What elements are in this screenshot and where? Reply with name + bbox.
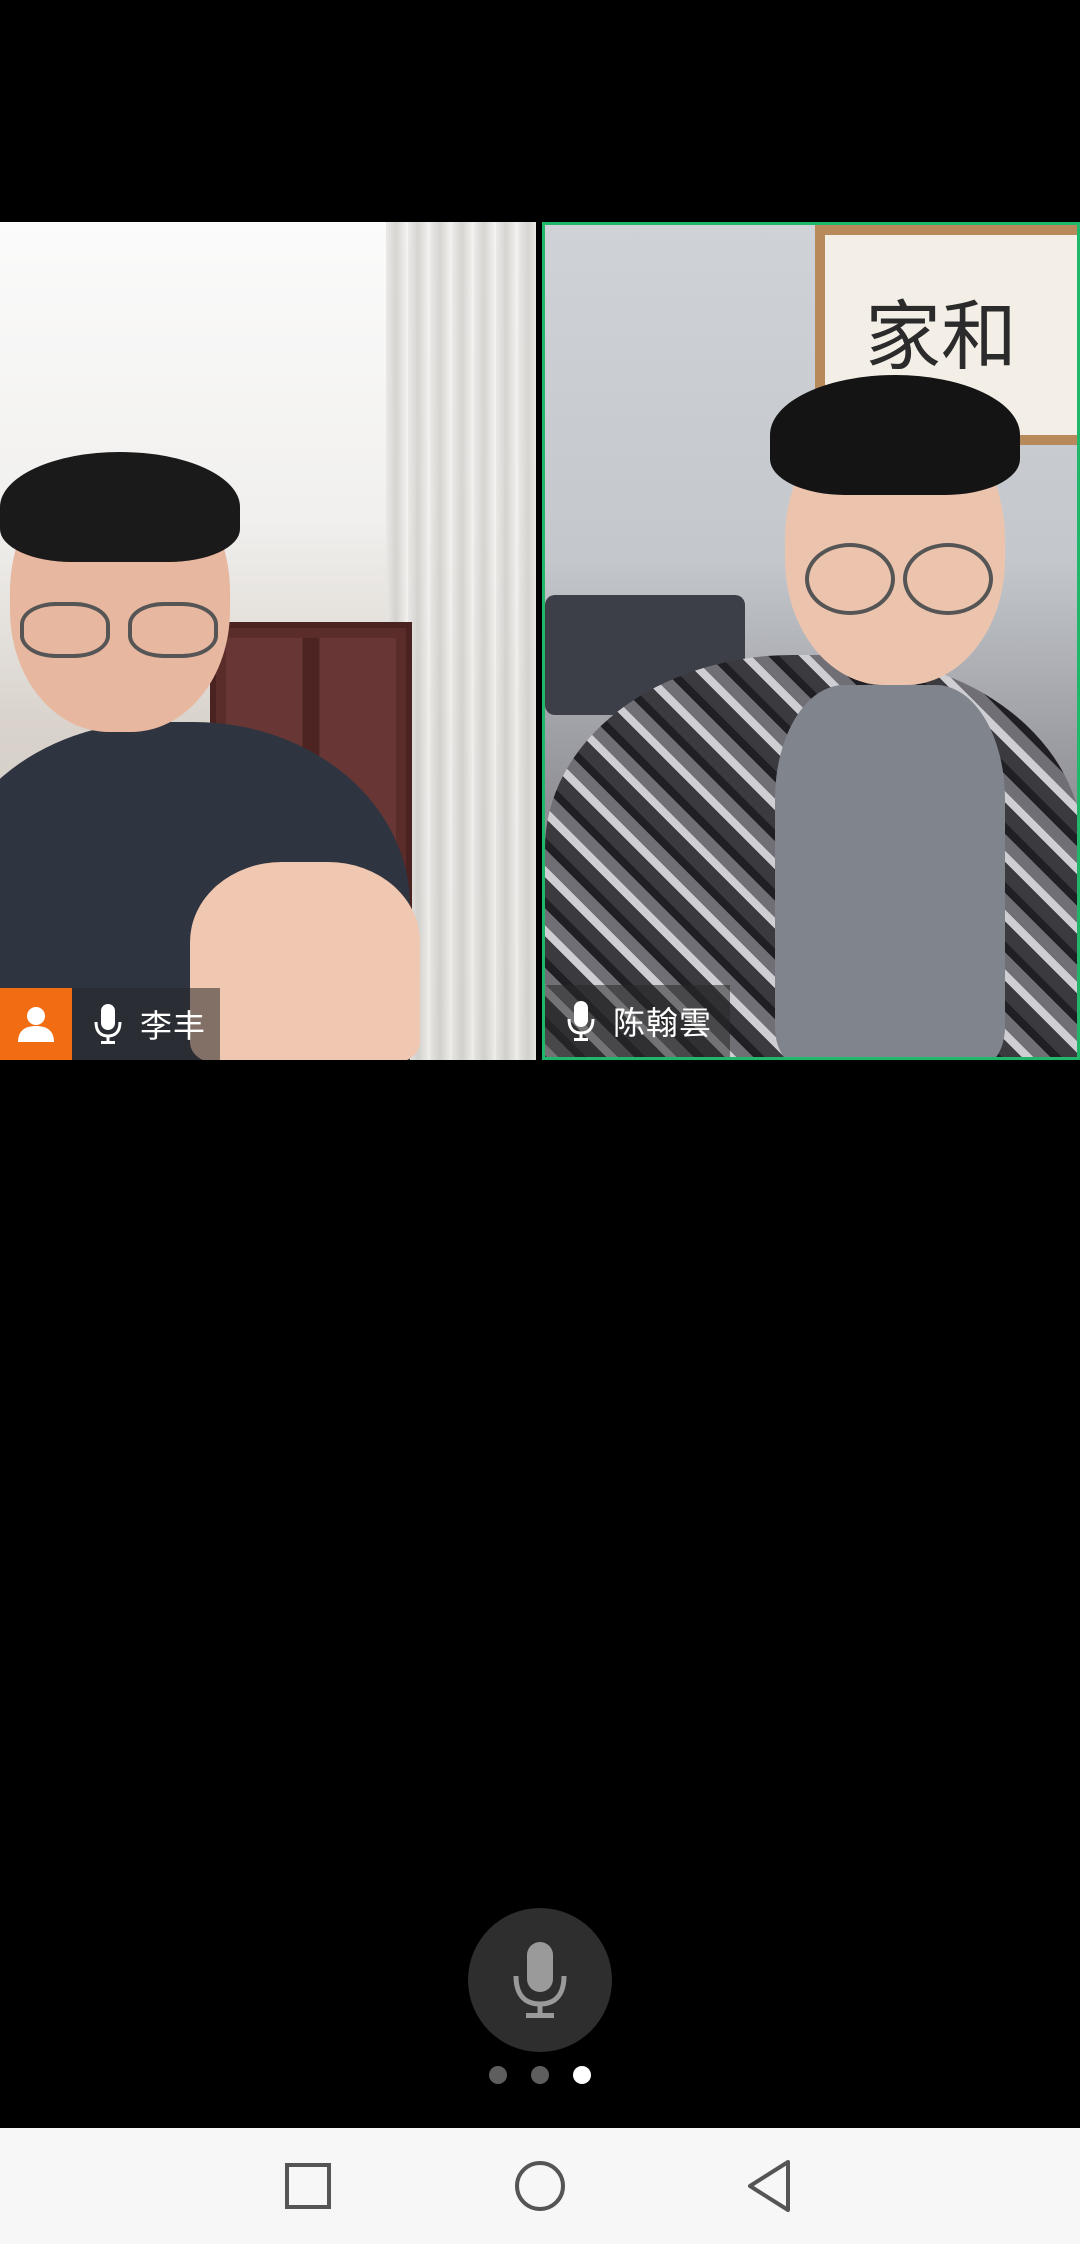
- microphone-icon: [557, 985, 605, 1057]
- home-button[interactable]: [510, 2156, 570, 2216]
- square-icon: [285, 2163, 331, 2209]
- system-navigation-bar: [0, 2128, 1080, 2244]
- page-dot-active[interactable]: [573, 2066, 591, 2084]
- microphone-icon: [513, 1942, 567, 2018]
- page-indicator: [0, 2066, 1080, 2084]
- page-dot[interactable]: [531, 2066, 549, 2084]
- calligraphy-text: 家和: [865, 292, 1017, 381]
- triangle-back-icon: [748, 2160, 790, 2212]
- video-tile-participant-1[interactable]: 李丰: [0, 222, 536, 1060]
- participant-name: 陈翰雲: [613, 1004, 713, 1042]
- microphone-icon: [84, 988, 132, 1060]
- host-badge-icon: [0, 988, 72, 1060]
- participant-label: 李丰: [0, 988, 221, 1060]
- video-tile-participant-2[interactable]: 家和 陈翰雲: [542, 222, 1080, 1060]
- participant-name: 李丰: [140, 1007, 207, 1045]
- circle-icon: [515, 2161, 565, 2211]
- participant-label: 陈翰雲: [545, 985, 731, 1057]
- mute-toggle-button[interactable]: [468, 1908, 612, 2052]
- page-dot[interactable]: [489, 2066, 507, 2084]
- recent-apps-button[interactable]: [278, 2156, 338, 2216]
- back-button[interactable]: [740, 2156, 800, 2216]
